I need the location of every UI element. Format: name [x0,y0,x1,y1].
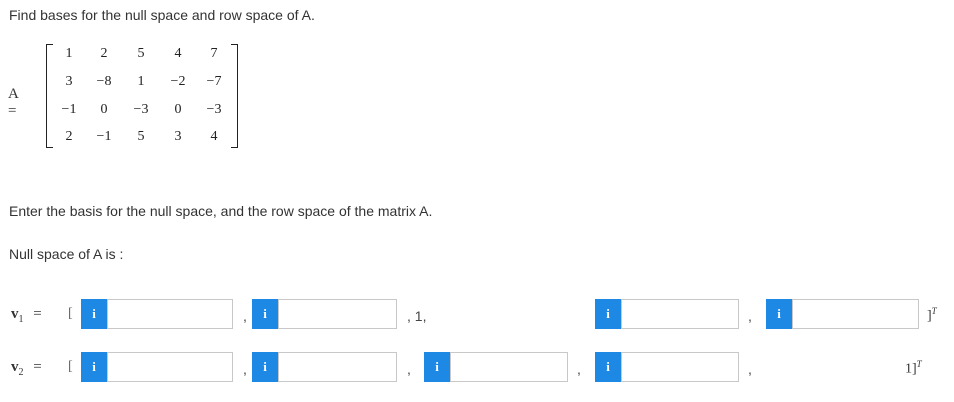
matrix-cell: −2 [170,74,186,89]
matrix-cell: 3 [174,129,182,144]
matrix-cell: 7 [210,46,218,61]
comma-separator: , [748,361,752,377]
answer-input[interactable] [621,352,739,382]
info-icon[interactable]: i [595,352,621,382]
open-bracket: [ [68,306,73,321]
info-icon[interactable]: i [424,352,450,382]
matrix-cell: −3 [133,102,149,117]
answer-input[interactable] [107,352,233,382]
matrix-cell: 3 [65,74,73,89]
vector-label: v2 = [11,359,42,378]
answer-input[interactable] [792,299,919,329]
matrix-cell: 1 [137,74,145,89]
closing-text: 1] [905,361,917,377]
vector-name: v [11,306,19,322]
matrix-cell: 5 [137,129,145,144]
info-icon[interactable]: i [81,299,107,329]
comma-separator: , [243,308,247,324]
matrix-cell: −1 [96,129,112,144]
info-icon[interactable]: i [252,299,278,329]
info-icon[interactable]: i [595,299,621,329]
vector-subscript: 2 [18,367,24,378]
vector-subscript: 1 [18,314,24,325]
matrix-cell: 0 [100,102,108,117]
question-prompt: Find bases for the null space and row sp… [9,7,315,23]
answer-field[interactable]: i [81,352,233,382]
open-bracket: [ [68,359,73,374]
info-icon[interactable]: i [252,352,278,382]
matrix-label: A = [8,86,19,119]
answer-field[interactable]: i [595,299,739,329]
info-icon[interactable]: i [766,299,792,329]
comma-separator: , [243,361,247,377]
fixed-entry: , 1, [407,308,427,324]
comma-separator: , [577,361,581,377]
vector-name: v [11,359,19,375]
closing-bracket: ]T [927,306,937,325]
matrix-cell: −1 [61,102,77,117]
equals-sign: = [33,306,42,322]
matrix-cell: −7 [206,74,222,89]
matrix-cell: 0 [174,102,182,117]
instructions: Enter the basis for the null space, and … [9,203,433,219]
answer-field[interactable]: i [766,299,919,329]
null-space-label: Null space of A is : [9,246,124,262]
matrix-cell: −3 [206,102,222,117]
closing-bracket: 1]T [905,359,922,378]
answer-input[interactable] [450,352,568,382]
matrix-cell: 2 [100,46,108,61]
vector-label: v1 = [11,306,42,325]
answer-field[interactable]: i [595,352,739,382]
transpose-sup: T [916,359,922,369]
comma-separator: , [748,308,752,324]
matrix-left-bracket [46,44,53,148]
answer-field[interactable]: i [252,352,397,382]
answer-field[interactable]: i [252,299,397,329]
matrix-cell: 5 [137,46,145,61]
answer-input[interactable] [278,299,397,329]
matrix-cell: 1 [65,46,73,61]
matrix-cell: 4 [174,46,182,61]
comma-separator: , [407,361,411,377]
matrix-cell: 4 [210,129,218,144]
info-icon[interactable]: i [81,352,107,382]
answer-input[interactable] [621,299,739,329]
answer-field[interactable]: i [81,299,233,329]
transpose-sup: T [931,306,937,316]
answer-field[interactable]: i [424,352,568,382]
answer-input[interactable] [278,352,397,382]
matrix-cell: 2 [65,129,73,144]
equals-sign: = [33,359,42,375]
matrix-cell: −8 [96,74,112,89]
matrix-right-bracket [231,44,238,148]
answer-input[interactable] [107,299,233,329]
